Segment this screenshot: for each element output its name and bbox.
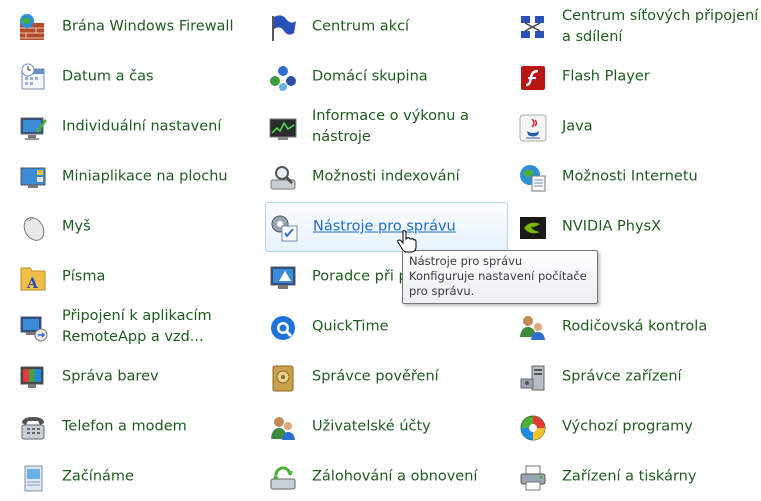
item-indexing[interactable]: Možnosti indexování [250,153,510,201]
item-admin-tools[interactable]: Nástroje pro správu [265,202,508,252]
flag-icon [268,13,298,43]
item-gadgets[interactable]: Miniaplikace na plochu [0,153,260,201]
fonts-folder-icon: A [18,263,48,293]
label-internet-options: Možnosti Internetu [562,168,698,185]
svg-text:A: A [26,276,39,292]
label-color: Správa barev [62,368,159,385]
label-mouse: Myš [62,218,91,235]
item-mouse[interactable]: Myš [0,203,260,251]
item-fonts[interactable]: A Písma [0,253,260,301]
color-management-icon [18,363,48,393]
globe-icon [518,163,548,193]
control-panel-grid: Brána Windows Firewall Centrum akcí Cent… [0,0,761,492]
performance-icon [268,113,298,143]
label-backup: Zálohování a obnovení [312,468,478,485]
nvidia-icon [518,213,548,243]
label-action-center: Centrum akcí [312,18,410,35]
tooltip: Nástroje pro správu Konfiguruje nastaven… [402,250,598,304]
label-fonts: Písma [62,268,106,285]
parental-icon [518,313,548,343]
tooltip-title: Nástroje pro správu [409,254,523,268]
item-user-accounts[interactable]: Uživatelské účty [250,403,510,451]
calendar-clock-icon [18,63,48,93]
item-network-center[interactable]: Centrum síťových připojení a sdílení [500,3,760,51]
quicktime-icon [268,313,298,343]
label-remoteapp: Připojení k aplikacím RemoteApp a vzd... [62,308,212,345]
vault-icon [268,363,298,393]
item-physx[interactable]: NVIDIA PhysX [500,203,760,251]
item-quicktime[interactable]: QuickTime [250,303,510,351]
troubleshoot-icon [268,263,298,293]
item-datetime[interactable]: Datum a čas [0,53,260,101]
item-default-programs[interactable]: Výchozí programy [500,403,760,451]
item-getting-started[interactable]: Začínáme [0,453,260,501]
default-programs-icon [518,413,548,443]
item-internet-options[interactable]: Možnosti Internetu [500,153,760,201]
homegroup-icon [268,63,298,93]
label-physx: NVIDIA PhysX [562,218,662,235]
item-action-center[interactable]: Centrum akcí [250,3,510,51]
getting-started-icon [18,463,48,493]
users-icon [268,413,298,443]
mouse-icon [18,213,48,243]
label-getting-started: Začínáme [62,468,134,485]
printer-icon [518,463,548,493]
label-personalization: Individuální nastavení [62,118,222,135]
item-device-manager[interactable]: Správce zařízení [500,353,760,401]
label-gadgets: Miniaplikace na plochu [62,168,228,185]
label-default-programs: Výchozí programy [562,418,693,435]
item-phone-modem[interactable]: Telefon a modem [0,403,260,451]
item-devices-printers[interactable]: Zařízení a tiskárny [500,453,760,501]
java-icon [518,113,548,143]
label-credentials: Správce pověření [312,368,439,385]
label-homegroup: Domácí skupina [312,68,428,85]
item-personalization[interactable]: Individuální nastavení [0,103,260,151]
label-firewall: Brána Windows Firewall [62,18,234,35]
label-datetime: Datum a čas [62,68,154,85]
monitor-paint-icon [18,113,48,143]
hand-cursor-icon [396,229,418,253]
indexing-icon [268,163,298,193]
backup-icon [268,463,298,493]
item-backup[interactable]: Zálohování a obnovení [250,453,510,501]
label-parental: Rodičovská kontrola [562,318,708,335]
item-remoteapp[interactable]: Připojení k aplikacím RemoteApp a vzd... [0,303,260,351]
label-indexing: Možnosti indexování [312,168,460,185]
gadgets-icon [18,163,48,193]
tooltip-description: Konfiguruje nastavení počítače pro správ… [409,269,587,298]
item-java[interactable]: Java [500,103,760,151]
label-java: Java [562,118,593,135]
remoteapp-icon [18,313,48,343]
label-performance: Informace o výkonu a nástroje [312,108,469,145]
admin-tools-icon [269,213,299,243]
label-devices-printers: Zařízení a tiskárny [562,468,697,485]
flash-icon [518,63,548,93]
phone-icon [18,413,48,443]
device-manager-icon [518,363,548,393]
item-firewall[interactable]: Brána Windows Firewall [0,3,260,51]
label-quicktime: QuickTime [312,318,389,335]
firewall-icon [18,13,48,43]
item-credentials[interactable]: Správce pověření [250,353,510,401]
item-performance[interactable]: Informace o výkonu a nástroje [250,103,510,151]
label-flash: Flash Player [562,68,650,85]
item-homegroup[interactable]: Domácí skupina [250,53,510,101]
label-user-accounts: Uživatelské účty [312,418,431,435]
item-parental[interactable]: Rodičovská kontrola [500,303,760,351]
label-network-center: Centrum síťových připojení a sdílení [562,8,759,45]
label-device-manager: Správce zařízení [562,368,682,385]
item-color[interactable]: Správa barev [0,353,260,401]
item-flash[interactable]: Flash Player [500,53,760,101]
label-phone-modem: Telefon a modem [62,418,187,435]
network-icon [518,13,548,43]
